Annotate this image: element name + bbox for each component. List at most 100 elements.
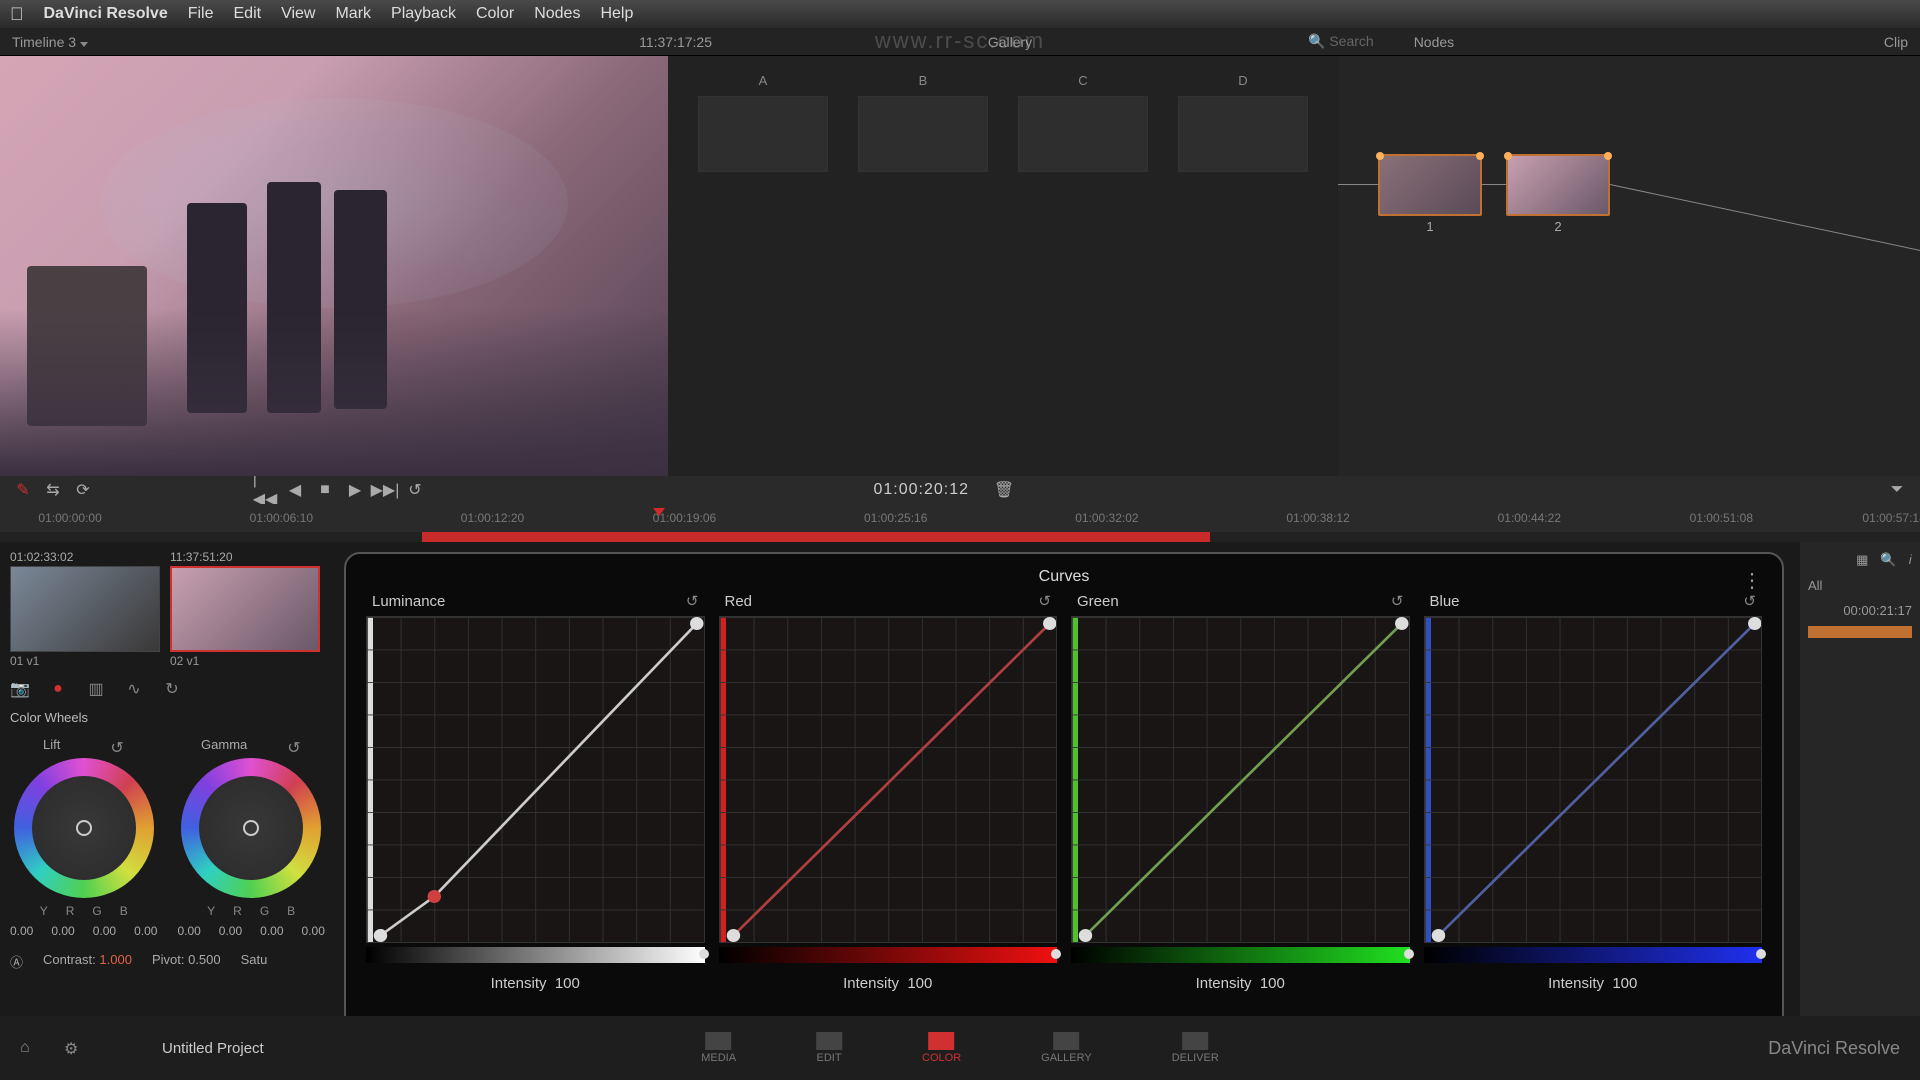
camera-icon[interactable]: 📷: [10, 679, 30, 699]
pivot-value[interactable]: 0.500: [188, 952, 221, 967]
green-curve: Green↺ Intensity 100: [1071, 592, 1410, 992]
apple-icon[interactable]: : [10, 4, 24, 25]
search-field[interactable]: 🔍 Search: [1308, 33, 1374, 50]
blue-soft-clip[interactable]: [1424, 947, 1763, 963]
mac-menubar:  DaVinci Resolve File Edit View Mark Pl…: [0, 0, 1920, 28]
mark-menu[interactable]: Mark: [335, 5, 371, 23]
page-deliver[interactable]: DELIVER: [1172, 1032, 1219, 1064]
node-1[interactable]: 1: [1378, 154, 1482, 216]
gamma-color-wheel[interactable]: [181, 758, 321, 898]
clip-thumb-1[interactable]: 01:02:33:02 01 v1: [10, 550, 160, 668]
lum-intensity-value[interactable]: 100: [555, 975, 580, 992]
curves-icon[interactable]: ∿: [124, 679, 144, 699]
lift-color-wheel[interactable]: [14, 758, 154, 898]
project-name[interactable]: Untitled Project: [162, 1040, 264, 1057]
lift-label: Lift: [43, 737, 60, 752]
timeline-ruler[interactable]: 01:00:00:00 01:00:06:10 01:00:12:20 01:0…: [0, 504, 1920, 532]
tool-icons: 📷 ● ▥ ∿ ↻: [10, 676, 330, 702]
lum-reset-icon[interactable]: ↺: [686, 592, 699, 610]
page-gallery[interactable]: GALLERY: [1041, 1032, 1092, 1064]
edit-menu[interactable]: Edit: [234, 5, 262, 23]
green-soft-clip[interactable]: [1071, 947, 1410, 963]
file-menu[interactable]: File: [188, 5, 214, 23]
gamma-reset-icon[interactable]: ↺: [287, 738, 301, 752]
lift-reset-icon[interactable]: ↺: [110, 738, 124, 752]
nodes-panel[interactable]: 1 2: [1338, 56, 1920, 476]
shuffle-icon[interactable]: ⇆: [44, 481, 62, 499]
watermark-url: www.rr-sc.com: [875, 28, 1045, 54]
blue-curve-graph[interactable]: [1424, 616, 1763, 943]
gamma-label: Gamma: [201, 737, 247, 752]
lift-yrgb: YRGB: [40, 904, 128, 918]
eyedropper-icon[interactable]: ✎: [14, 481, 32, 499]
contrast-value[interactable]: 1.000: [99, 952, 132, 967]
first-frame-button[interactable]: |◀◀: [256, 481, 274, 499]
brand-label: DaVinci Resolve: [1768, 1038, 1900, 1059]
curves-title: Curves: [366, 568, 1762, 586]
filter-all[interactable]: All: [1808, 578, 1912, 593]
playback-menu[interactable]: Playback: [391, 5, 456, 23]
search-icon[interactable]: 🔍: [1880, 552, 1896, 568]
expand-icon[interactable]: ⏷: [1888, 481, 1906, 499]
bottom-bar: ⌂ ⚙ Untitled Project MEDIA EDIT COLOR GA…: [0, 1016, 1920, 1080]
stop-button[interactable]: ■: [316, 481, 334, 499]
trash-icon[interactable]: 🗑: [995, 481, 1013, 499]
viewer-image[interactable]: [0, 56, 668, 476]
last-frame-button[interactable]: ▶▶|: [376, 481, 394, 499]
view-menu[interactable]: View: [281, 5, 315, 23]
refresh-icon[interactable]: ↻: [162, 679, 182, 699]
nodes-menu[interactable]: Nodes: [534, 5, 580, 23]
lum-soft-clip[interactable]: [366, 947, 705, 963]
record-icon[interactable]: ●: [48, 679, 68, 699]
auto-icon[interactable]: Ⓐ: [10, 952, 23, 971]
blue-intensity-value[interactable]: 100: [1612, 975, 1637, 992]
lum-curve-graph[interactable]: [366, 616, 705, 943]
red-curve-graph[interactable]: [719, 616, 1058, 943]
loop-button[interactable]: ↺: [406, 481, 424, 499]
gallery-slot-c[interactable]: C: [1018, 96, 1148, 172]
page-edit[interactable]: EDIT: [816, 1032, 842, 1064]
red-intensity-value[interactable]: 100: [907, 975, 932, 992]
gear-icon[interactable]: ⚙: [64, 1039, 82, 1057]
curves-menu-icon[interactable]: ⋮: [1742, 568, 1762, 593]
clip-duration: 00:00:21:17: [1808, 603, 1912, 618]
viewer: [0, 56, 668, 476]
toggle-icon[interactable]: ⟳: [74, 481, 92, 499]
global-params: Ⓐ Contrast: 1.000 Pivot: 0.500 Satu: [10, 952, 330, 971]
saturation-value[interactable]: Satu: [241, 952, 268, 971]
red-soft-clip[interactable]: [719, 947, 1058, 963]
gamma-yrgb: YRGB: [207, 904, 295, 918]
curves-panel: Curves ⋮ Luminance↺ Intensity: [340, 542, 1800, 1042]
grid-icon[interactable]: ▦: [1856, 552, 1868, 568]
node-2[interactable]: 2: [1506, 154, 1610, 216]
red-reset-icon[interactable]: ↺: [1038, 592, 1051, 610]
green-curve-graph[interactable]: [1071, 616, 1410, 943]
color-menu[interactable]: Color: [476, 5, 514, 23]
gallery-slot-a[interactable]: A: [698, 96, 828, 172]
clip-tab[interactable]: Clip: [1884, 34, 1908, 50]
page-media[interactable]: MEDIA: [701, 1032, 736, 1064]
playhead-icon[interactable]: [653, 508, 665, 516]
blue-reset-icon[interactable]: ↺: [1743, 592, 1756, 610]
left-panel: 01:02:33:02 01 v1 11:37:51:20 02 v1 📷 ● …: [0, 542, 340, 1042]
home-icon[interactable]: ⌂: [20, 1039, 40, 1057]
gallery-slot-b[interactable]: B: [858, 96, 988, 172]
page-color[interactable]: COLOR: [922, 1032, 961, 1064]
lower-row: 01:02:33:02 01 v1 11:37:51:20 02 v1 📷 ● …: [0, 542, 1920, 1042]
keyframe-track[interactable]: [1808, 626, 1912, 638]
playhead-timecode[interactable]: 01:00:20:12: [873, 481, 969, 499]
green-intensity-value[interactable]: 100: [1260, 975, 1285, 992]
step-back-button[interactable]: ◀: [286, 481, 304, 499]
play-button[interactable]: ▶: [346, 481, 364, 499]
green-reset-icon[interactable]: ↺: [1391, 592, 1404, 610]
timeline-bar[interactable]: [0, 532, 1920, 542]
master-timecode: 11:37:17:25: [639, 34, 712, 50]
bars-icon[interactable]: ▥: [86, 679, 106, 699]
help-menu[interactable]: Help: [600, 5, 633, 23]
gallery-slot-d[interactable]: D: [1178, 96, 1308, 172]
app-menu[interactable]: DaVinci Resolve: [44, 5, 168, 23]
timeline-dropdown[interactable]: Timeline 3: [12, 34, 88, 50]
nodes-tab[interactable]: Nodes: [1414, 34, 1454, 50]
clip-thumb-2[interactable]: 11:37:51:20 02 v1: [170, 550, 320, 668]
info-icon[interactable]: 𝑖: [1909, 552, 1912, 568]
